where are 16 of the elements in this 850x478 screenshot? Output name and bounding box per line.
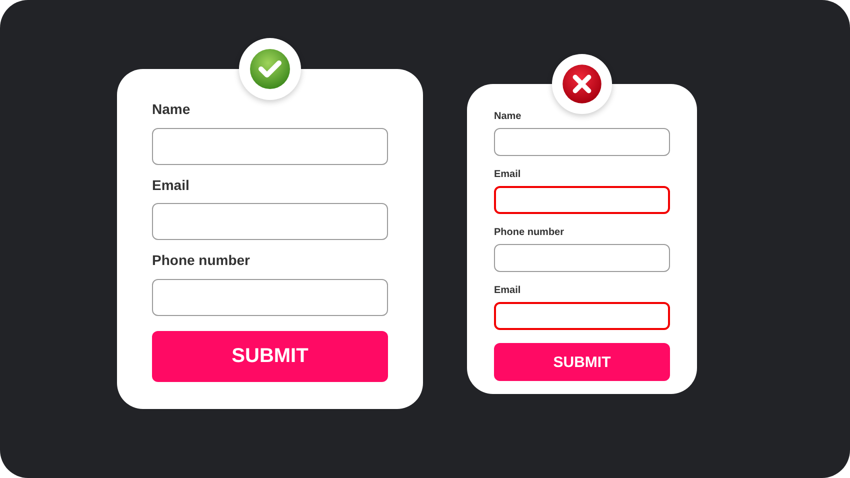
field-label: Phone number (494, 227, 564, 239)
input-field[interactable] (152, 203, 388, 240)
input-field[interactable] (494, 244, 670, 272)
submit-button[interactable]: SUBMIT (152, 331, 388, 382)
field-label: Email (494, 285, 521, 297)
input-field[interactable] (494, 302, 670, 330)
field-label: Name (494, 111, 522, 123)
field-label: Email (152, 176, 190, 194)
input-field[interactable] (152, 128, 388, 165)
field-label: Phone number (152, 252, 250, 270)
input-field[interactable] (494, 186, 670, 214)
input-field[interactable] (152, 279, 388, 316)
input-field[interactable] (494, 128, 670, 156)
submit-button[interactable]: SUBMIT (494, 343, 670, 381)
field-label: Email (494, 169, 521, 181)
field-label: Name (152, 100, 190, 118)
